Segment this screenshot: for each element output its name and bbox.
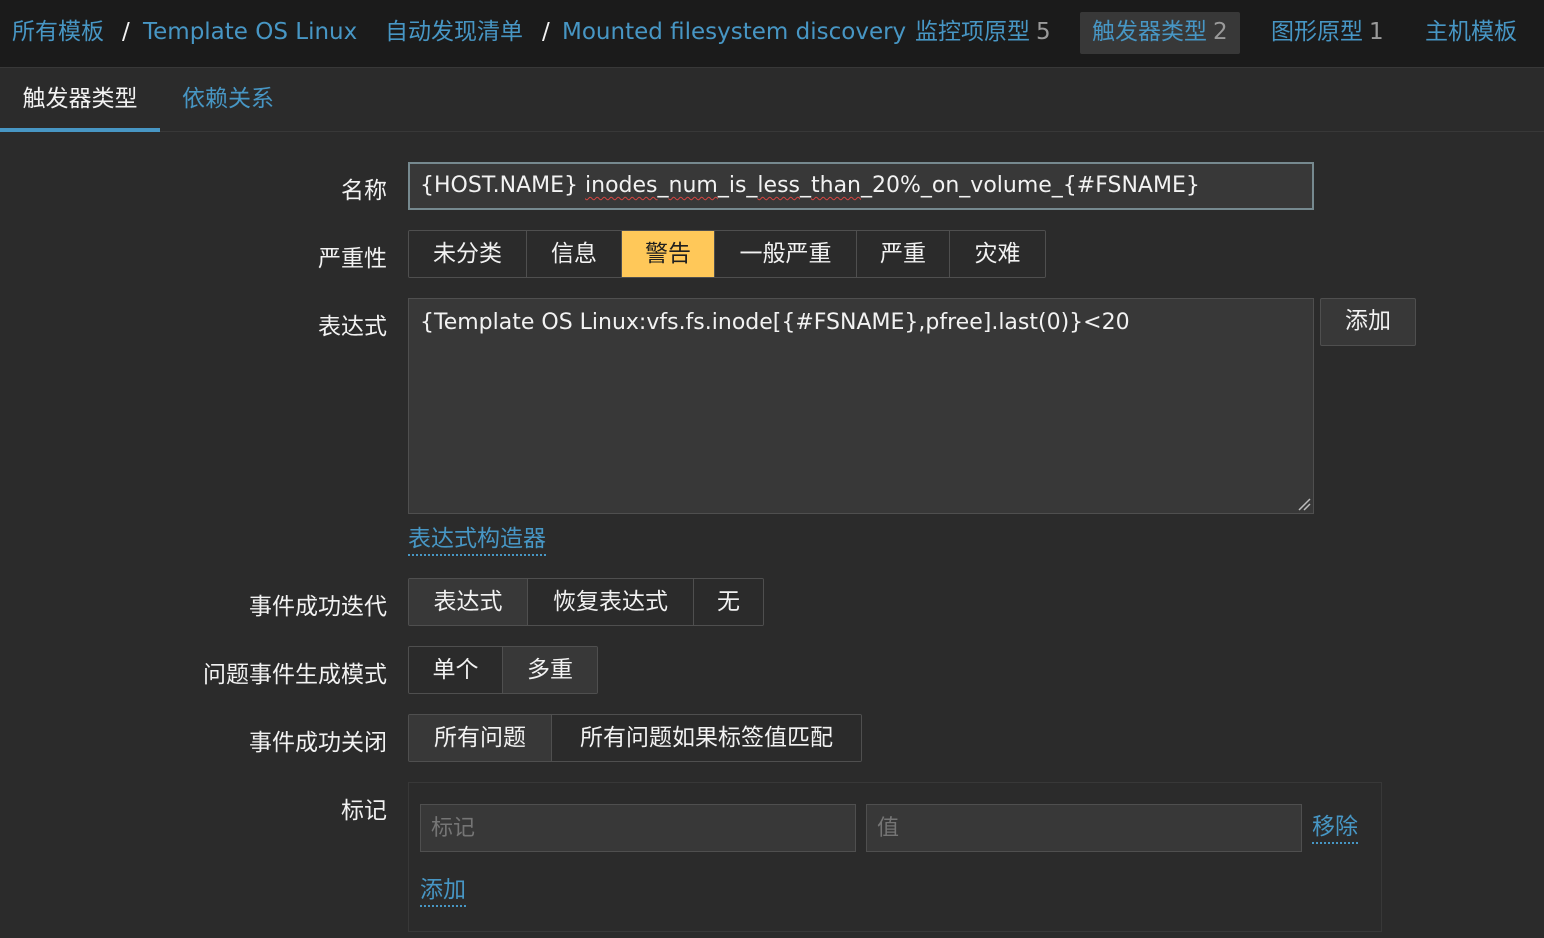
name-input-text: _ xyxy=(746,173,758,198)
name-input-text: _ xyxy=(800,173,811,198)
nav-trigger-prototypes[interactable]: 触发器类型 2 xyxy=(1080,12,1240,54)
breadcrumb-bar: 所有模板 / Template OS Linux 自动发现清单 / Mounte… xyxy=(0,0,1544,68)
tags-label: 标记 xyxy=(341,798,387,824)
tag-name-input[interactable] xyxy=(420,804,856,852)
breadcrumb-all-templates[interactable]: 所有模板 xyxy=(12,12,104,54)
nav-graph-prototypes-count: 1 xyxy=(1369,19,1384,45)
breadcrumb-separator: / xyxy=(542,19,550,45)
add-tag-link[interactable]: 添加 xyxy=(420,875,466,907)
ok-event-closes-selector: 所有问题 所有问题如果标签值匹配 xyxy=(408,714,862,762)
problem-event-mode-single[interactable]: 单个 xyxy=(409,647,503,693)
ok-event-generation-expression[interactable]: 表达式 xyxy=(409,579,528,625)
name-input-text: _ xyxy=(657,173,669,198)
severity-warning[interactable]: 警告 xyxy=(622,231,715,277)
nav-host-templates[interactable]: 主机模板 xyxy=(1425,12,1517,54)
problem-event-mode-multiple[interactable]: 多重 xyxy=(503,647,597,693)
severity-label: 严重性 xyxy=(318,246,387,272)
nav-trigger-prototypes-label: 触发器类型 xyxy=(1092,19,1207,45)
ok-event-closes-label: 事件成功关闭 xyxy=(249,730,387,756)
problem-event-mode-label: 问题事件生成模式 xyxy=(203,662,387,688)
name-input-text: inodes xyxy=(585,173,658,198)
nav-trigger-prototypes-count: 2 xyxy=(1213,19,1228,45)
nav-item-prototypes-label: 监控项原型 xyxy=(915,19,1030,45)
name-input-text: _ xyxy=(717,173,729,198)
problem-event-mode-selector: 单个 多重 xyxy=(408,646,598,694)
breadcrumb-discovery-rule[interactable]: Mounted filesystem discovery xyxy=(562,12,906,54)
name-input-text: is xyxy=(728,173,747,198)
tag-value-input[interactable] xyxy=(866,804,1302,852)
nav-graph-prototypes-label: 图形原型 xyxy=(1271,19,1363,45)
name-input[interactable]: {HOST.NAME} inodes_num_is_less_than_20%_… xyxy=(408,162,1314,210)
breadcrumb-template[interactable]: Template OS Linux xyxy=(143,12,357,54)
name-input-prefix: {HOST.NAME} xyxy=(420,173,579,198)
nav-item-prototypes-count: 5 xyxy=(1036,19,1051,45)
tab-dependencies[interactable]: 依赖关系 xyxy=(180,68,276,132)
ok-event-generation-recovery-expression[interactable]: 恢复表达式 xyxy=(528,579,694,625)
form-tabs: 触发器类型 依赖关系 xyxy=(0,68,1544,132)
ok-event-closes-tag-match[interactable]: 所有问题如果标签值匹配 xyxy=(552,715,861,761)
expression-textarea[interactable]: {Template OS Linux:vfs.fs.inode[{#FSNAME… xyxy=(408,298,1314,514)
breadcrumb-separator: / xyxy=(122,19,130,45)
expression-builder-link[interactable]: 表达式构造器 xyxy=(408,524,546,556)
name-input-text: num xyxy=(668,173,718,198)
resize-handle-icon[interactable] xyxy=(1297,497,1311,511)
nav-item-prototypes[interactable]: 监控项原型 5 xyxy=(915,12,1051,54)
ok-event-generation-none[interactable]: 无 xyxy=(694,579,763,625)
severity-average[interactable]: 一般严重 xyxy=(715,231,857,277)
name-input-text: than xyxy=(811,173,861,198)
nav-graph-prototypes[interactable]: 图形原型 1 xyxy=(1271,12,1384,54)
severity-selector: 未分类 信息 警告 一般严重 严重 灾难 xyxy=(408,230,1046,278)
severity-information[interactable]: 信息 xyxy=(527,231,622,277)
breadcrumb-discovery-list[interactable]: 自动发现清单 xyxy=(385,12,523,54)
name-input-text: less xyxy=(757,173,800,198)
name-input-text xyxy=(578,173,585,198)
name-label: 名称 xyxy=(341,178,387,204)
ok-event-generation-label: 事件成功迭代 xyxy=(249,594,387,620)
ok-event-generation-selector: 表达式 恢复表达式 无 xyxy=(408,578,764,626)
expression-label: 表达式 xyxy=(318,314,387,340)
add-expression-button[interactable]: 添加 xyxy=(1320,298,1416,346)
tab-trigger-prototype[interactable]: 触发器类型 xyxy=(0,68,160,132)
expression-text: {Template OS Linux:vfs.fs.inode[{#FSNAME… xyxy=(420,310,1130,335)
severity-disaster[interactable]: 灾难 xyxy=(950,231,1045,277)
severity-not-classified[interactable]: 未分类 xyxy=(409,231,527,277)
remove-tag-link[interactable]: 移除 xyxy=(1312,812,1358,844)
name-input-text: _20%_on_volume_{#FSNAME} xyxy=(861,173,1200,198)
severity-high[interactable]: 严重 xyxy=(857,231,950,277)
ok-event-closes-all-problems[interactable]: 所有问题 xyxy=(409,715,552,761)
